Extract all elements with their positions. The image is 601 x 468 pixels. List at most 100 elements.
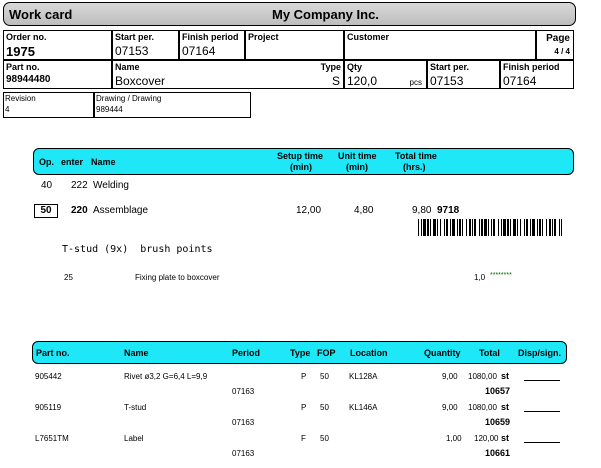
finish-period2-value: 07164 <box>503 74 537 88</box>
operation-note: T-stud (9x) brush points <box>62 244 213 255</box>
document-title: Work card <box>9 7 73 22</box>
parts-disp-header: Disp/sign. <box>518 348 562 358</box>
qty-value: 120,0 <box>347 74 378 88</box>
parts-period-header: Period <box>232 348 261 358</box>
op-50-total: 9,80 <box>412 205 432 216</box>
customer-label: Customer <box>347 32 390 42</box>
op-50-name: Assemblage <box>93 205 149 216</box>
part-row-unit: st <box>501 371 510 381</box>
start-per2-cell: Start per. 07153 <box>427 60 500 89</box>
start-per-label: Start per. <box>115 32 155 42</box>
type-value: S <box>331 74 340 88</box>
part-row-code: 10661 <box>485 448 511 458</box>
ops-enter-header: enter <box>61 157 84 167</box>
qty-cell: Qty 120,0 pcs <box>344 60 427 89</box>
page-label: Page <box>546 33 570 44</box>
parts-header: Part no. Name Period Type FOP Location Q… <box>32 341 567 364</box>
drawing-value: 989444 <box>96 105 123 114</box>
parts-name-header: Name <box>124 348 149 358</box>
parts-location-header: Location <box>350 348 388 358</box>
op-40-number: 40 <box>41 180 53 191</box>
part-row-fop: 50 <box>320 434 329 443</box>
parts-quantity-header: Quantity <box>424 348 461 358</box>
sub-line-qty: 1,0 <box>474 273 486 282</box>
part-row-code: 10657 <box>485 386 511 396</box>
op-40-enter: 222 <box>71 180 88 191</box>
signature-line <box>524 442 560 443</box>
op-50-unit: 4,80 <box>354 205 374 216</box>
barcode <box>418 219 562 236</box>
type-label: Type <box>320 62 341 72</box>
sub-line-text: Fixing plate to boxcover <box>135 273 220 282</box>
ops-unit-unit: (min) <box>346 162 368 172</box>
start-per2-label: Start per. <box>430 62 470 72</box>
name-label: Name <box>115 62 140 72</box>
part-row-unit: st <box>501 433 510 443</box>
ops-unit-header: Unit time <box>338 151 377 161</box>
sub-line-number: 25 <box>64 273 73 282</box>
op-50-setup: 12,00 <box>296 205 322 216</box>
company-name: My Company Inc. <box>272 7 379 22</box>
drawing-label: Drawing / Drawing <box>96 94 162 103</box>
part-row-fop: 50 <box>320 372 329 381</box>
revision-label: Revision <box>5 94 36 103</box>
part-row-total: 1080,00 <box>468 372 497 381</box>
operations-header: Op. enter Name Setup time (min) Unit tim… <box>33 148 574 175</box>
part-row-type: P <box>301 372 307 381</box>
title-bar: Work card My Company Inc. <box>3 2 576 26</box>
op-50-enter: 220 <box>71 205 88 216</box>
project-cell: Project <box>245 30 344 60</box>
order-no-cell: Order no. 1975 <box>3 30 112 60</box>
ops-setup-unit: (min) <box>290 162 312 172</box>
part-no-value: 98944480 <box>6 74 51 85</box>
part-row-partno: L7651TM <box>35 434 69 443</box>
part-row-type: F <box>301 434 306 443</box>
parts-total-header: Total <box>479 348 500 358</box>
order-no-label: Order no. <box>6 32 47 42</box>
part-row-total: 1080,00 <box>468 403 497 412</box>
part-row-fop: 50 <box>320 403 329 412</box>
ops-setup-header: Setup time <box>277 151 324 161</box>
part-row-quantity: 1,00 <box>446 434 462 443</box>
part-row-period: 07163 <box>232 387 255 396</box>
finish-period2-cell: Finish period 07164 <box>500 60 574 89</box>
qty-label: Qty <box>347 62 363 72</box>
signature-line <box>524 411 560 412</box>
op-50-code: 9718 <box>437 205 460 216</box>
ops-op-header: Op. <box>39 157 54 167</box>
start-per-cell: Start per. 07153 <box>112 30 179 60</box>
part-row-partno: 905119 <box>35 403 62 412</box>
drawing-cell: Drawing / Drawing 989444 <box>94 92 251 118</box>
parts-fop-header: FOP <box>317 348 336 358</box>
part-row-type: P <box>301 403 307 412</box>
part-no-cell: Part no. 98944480 <box>3 60 112 89</box>
part-row-name: Rivet ø3,2 G=6,4 L=9,9 <box>124 372 208 381</box>
part-row-partno: 905442 <box>35 372 62 381</box>
part-row-quantity: 9,00 <box>442 403 458 412</box>
part-row-location: KL146A <box>349 403 378 412</box>
part-row-quantity: 9,00 <box>442 372 458 381</box>
part-no-label: Part no. <box>6 62 40 72</box>
op-40-name: Welding <box>93 180 129 191</box>
project-label: Project <box>248 32 279 42</box>
revision-value: 4 <box>5 105 10 114</box>
qty-unit: pcs <box>409 78 422 87</box>
part-row-code: 10659 <box>485 417 511 427</box>
ops-name-header: Name <box>91 157 116 167</box>
start-per2-value: 07153 <box>430 74 464 88</box>
finish-period-cell: Finish period 07164 <box>179 30 245 60</box>
parts-type-header: Type <box>290 348 311 358</box>
finish-period-label: Finish period <box>182 32 239 42</box>
revision-cell: Revision 4 <box>3 92 94 118</box>
part-row-total: 120,00 <box>474 434 499 443</box>
part-row-location: KL128A <box>349 372 378 381</box>
finish-period-value: 07164 <box>182 44 216 58</box>
finish-period2-label: Finish period <box>503 62 560 72</box>
part-row-name: T-stud <box>124 403 147 412</box>
page-cell: Page 4 / 4 <box>536 30 574 60</box>
part-row-period: 07163 <box>232 418 255 427</box>
op-50-number: 50 <box>34 204 58 218</box>
part-row-period: 07163 <box>232 449 255 458</box>
parts-partno-header: Part no. <box>36 348 70 358</box>
name-cell: Name Boxcover Type S <box>112 60 344 89</box>
